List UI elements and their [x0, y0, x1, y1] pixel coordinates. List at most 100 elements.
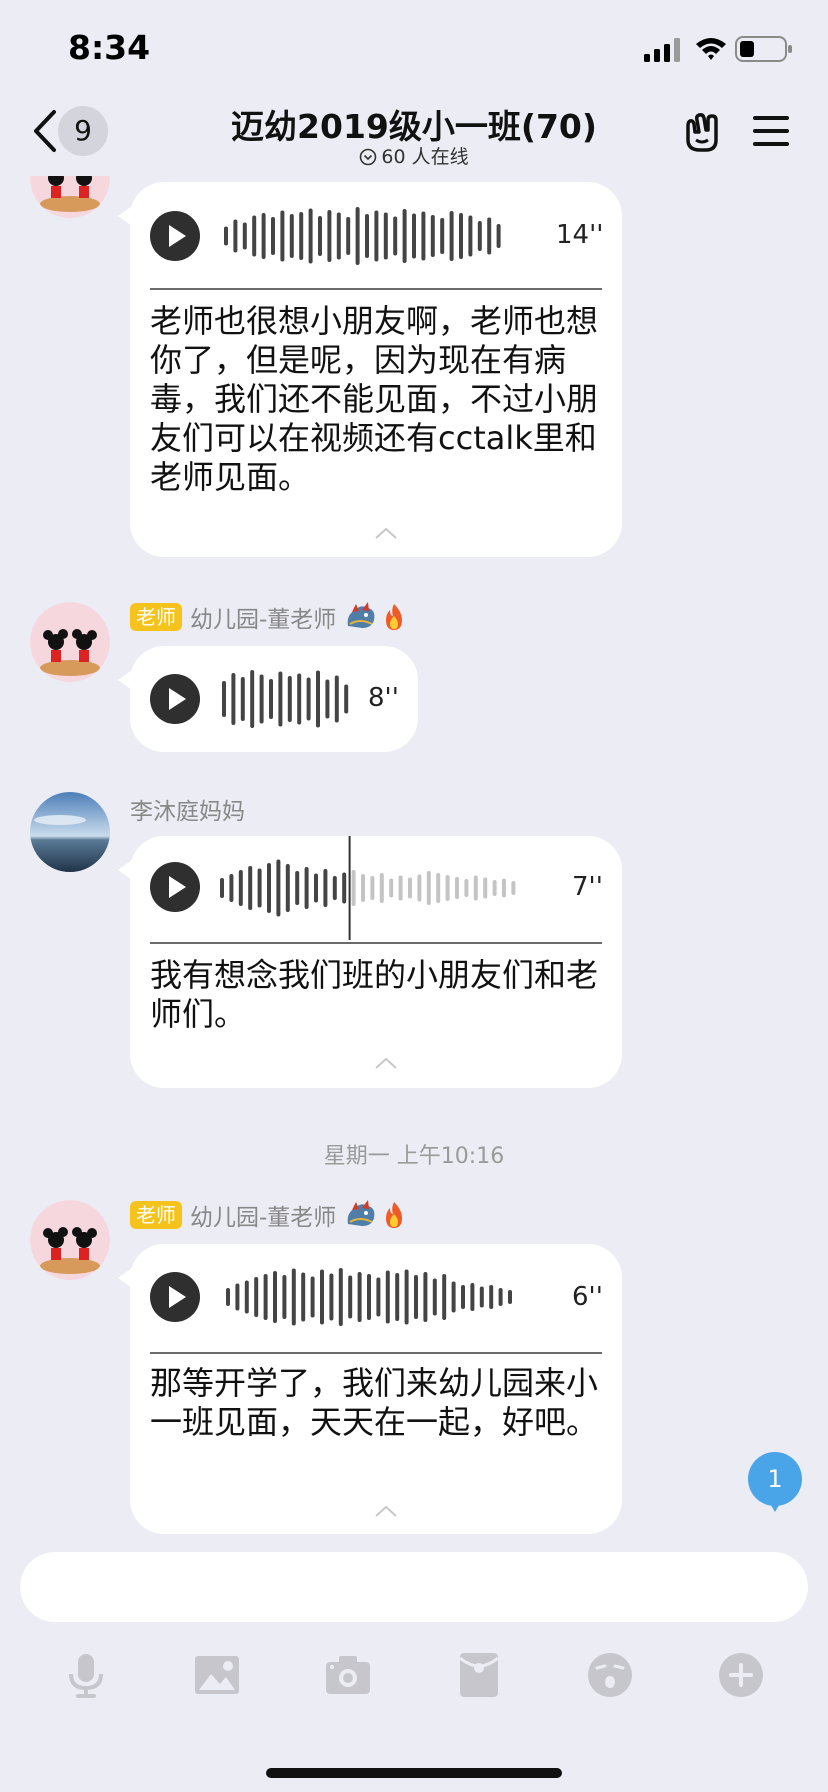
wave-bar	[436, 873, 441, 903]
wave-bar	[426, 871, 431, 905]
wave-bar	[244, 1280, 249, 1314]
wave-bar	[383, 212, 388, 260]
wave-bar	[320, 1269, 324, 1325]
sender-name[interactable]: 幼儿园-董老师	[190, 600, 336, 634]
wave-bar	[468, 215, 473, 257]
wave-bar	[278, 671, 283, 727]
wave-bar	[385, 1270, 390, 1324]
wave-bar	[470, 1283, 475, 1311]
red-packet-icon[interactable]	[454, 1650, 504, 1700]
wave-bar	[374, 210, 379, 262]
online-count-label: 60 人在线	[381, 146, 469, 168]
wave-bar	[308, 208, 313, 264]
voice-message-bubble[interactable]: 14'' 老师也很想小朋友啊，老师也想你了，但是呢，因为现在有病毒，我们还不能见…	[118, 182, 622, 557]
wave-bar	[226, 1288, 230, 1306]
voice-message-bubble[interactable]: 7'' 我有想念我们班的小朋友们和老师们。	[118, 836, 622, 1088]
avatar-teacher[interactable]	[30, 602, 110, 682]
voice-duration: 14''	[556, 220, 604, 250]
voice-duration: 8''	[368, 683, 399, 713]
wave-bar	[285, 864, 290, 912]
wave-bar	[242, 222, 247, 250]
wave-bar	[327, 210, 332, 262]
chevron-circle-icon	[360, 148, 377, 166]
sender-name[interactable]: 幼儿园-董老师	[190, 1198, 336, 1232]
wave-bar	[314, 873, 318, 903]
battery-icon	[735, 36, 792, 62]
chat-area[interactable]: 14'' 老师也很想小朋友啊，老师也想你了，但是呢，因为现在有病毒，我们还不能见…	[0, 0, 828, 1552]
wave-bar	[231, 673, 236, 725]
wave-bar	[224, 226, 228, 246]
play-button[interactable]	[150, 862, 200, 912]
wave-bar	[483, 877, 488, 899]
menu-icon[interactable]	[752, 114, 790, 148]
wave-bar	[393, 216, 398, 256]
wave-bar	[329, 1273, 334, 1321]
wave-bar	[235, 1283, 240, 1311]
play-button[interactable]	[150, 674, 200, 724]
collapse-caret-icon[interactable]	[374, 1056, 398, 1070]
plus-icon[interactable]	[716, 1650, 766, 1700]
voice-divider	[150, 942, 602, 944]
wave-bar	[379, 873, 384, 903]
new-message-badge[interactable]: 1	[748, 1452, 802, 1512]
avatar-parent[interactable]	[30, 792, 110, 872]
collapse-caret-icon[interactable]	[374, 1504, 398, 1518]
wave-bar	[289, 214, 294, 258]
image-icon[interactable]	[192, 1650, 242, 1700]
emoji-icon[interactable]	[585, 1650, 635, 1700]
wave-bar	[421, 211, 426, 261]
wave-bar	[233, 219, 238, 253]
wave-bar	[414, 1275, 418, 1319]
sender-name[interactable]: 李沐庭妈妈	[130, 792, 245, 826]
message-input[interactable]	[20, 1552, 808, 1622]
signal-icon	[644, 54, 650, 62]
hand-gesture-icon[interactable]	[680, 110, 724, 154]
fire-icon	[386, 604, 403, 630]
wave-bar	[404, 1269, 409, 1325]
playback-cursor[interactable]	[348, 836, 351, 940]
waveform	[226, 1268, 512, 1326]
teacher-badge: 老师	[130, 1201, 182, 1229]
wave-bar	[492, 880, 497, 896]
wave-bar	[238, 870, 243, 906]
wave-bar	[395, 1273, 400, 1321]
avatar-teacher[interactable]	[30, 1200, 110, 1280]
wave-bar	[464, 879, 469, 897]
voice-transcript: 我有想念我们班的小朋友们和老师们。	[150, 956, 599, 1033]
sender-row: 李沐庭妈妈	[130, 792, 251, 826]
wave-bar	[351, 870, 356, 906]
camera-icon[interactable]	[323, 1650, 373, 1700]
status-bar: 8:34	[0, 0, 828, 96]
dragon-medal-icon	[347, 1200, 375, 1226]
voice-divider	[150, 288, 602, 290]
microphone-icon[interactable]	[61, 1650, 111, 1700]
voice-duration: 6''	[572, 1282, 603, 1312]
wave-bar	[254, 1277, 259, 1317]
voice-message-bubble[interactable]: 6'' 那等开学了，我们来幼儿园来小一班见面，天天在一起，好吧。	[118, 1244, 622, 1534]
wave-bar	[449, 211, 454, 261]
wave-bar	[489, 1285, 494, 1309]
play-button[interactable]	[150, 1272, 200, 1322]
voice-message-bubble[interactable]: 8''	[118, 646, 418, 752]
wave-bar	[498, 1288, 503, 1306]
wave-bar	[282, 1275, 287, 1319]
wave-bar	[508, 1290, 512, 1304]
wave-bar	[276, 859, 281, 917]
wave-bar	[263, 1274, 268, 1320]
wave-bar	[440, 218, 445, 254]
bottom-panel	[0, 1552, 828, 1792]
wave-bar	[355, 207, 360, 265]
wave-bar	[451, 1281, 456, 1313]
wave-bar	[357, 1272, 362, 1322]
play-button[interactable]	[150, 211, 200, 261]
wave-bar	[271, 217, 275, 255]
wave-bar	[332, 876, 337, 900]
waveform	[222, 670, 349, 728]
collapse-caret-icon[interactable]	[374, 526, 398, 540]
wave-bar	[323, 869, 328, 907]
wave-bar	[299, 212, 304, 260]
wave-bar	[348, 1275, 353, 1319]
wave-bar	[408, 877, 412, 899]
wave-bar	[252, 215, 257, 257]
wave-bar	[297, 673, 302, 725]
